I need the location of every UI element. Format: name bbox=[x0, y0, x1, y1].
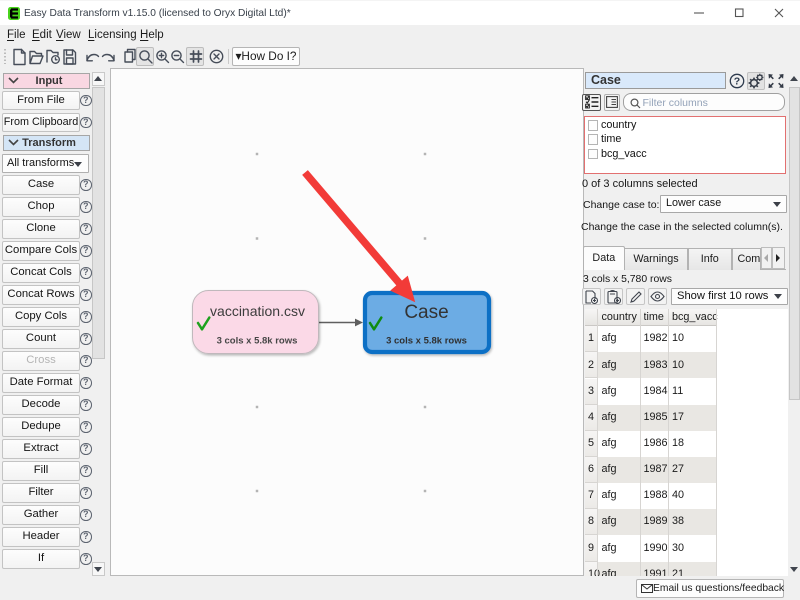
svg-text:3 cols x 5.8k rows: 3 cols x 5.8k rows bbox=[217, 336, 298, 347]
svg-text:vaccination.csv: vaccination.csv bbox=[210, 303, 305, 319]
svg-text:Case: Case bbox=[404, 302, 448, 323]
svg-text:?: ? bbox=[734, 75, 740, 87]
svg-text:3 cols x 5.8k rows: 3 cols x 5.8k rows bbox=[386, 336, 467, 347]
